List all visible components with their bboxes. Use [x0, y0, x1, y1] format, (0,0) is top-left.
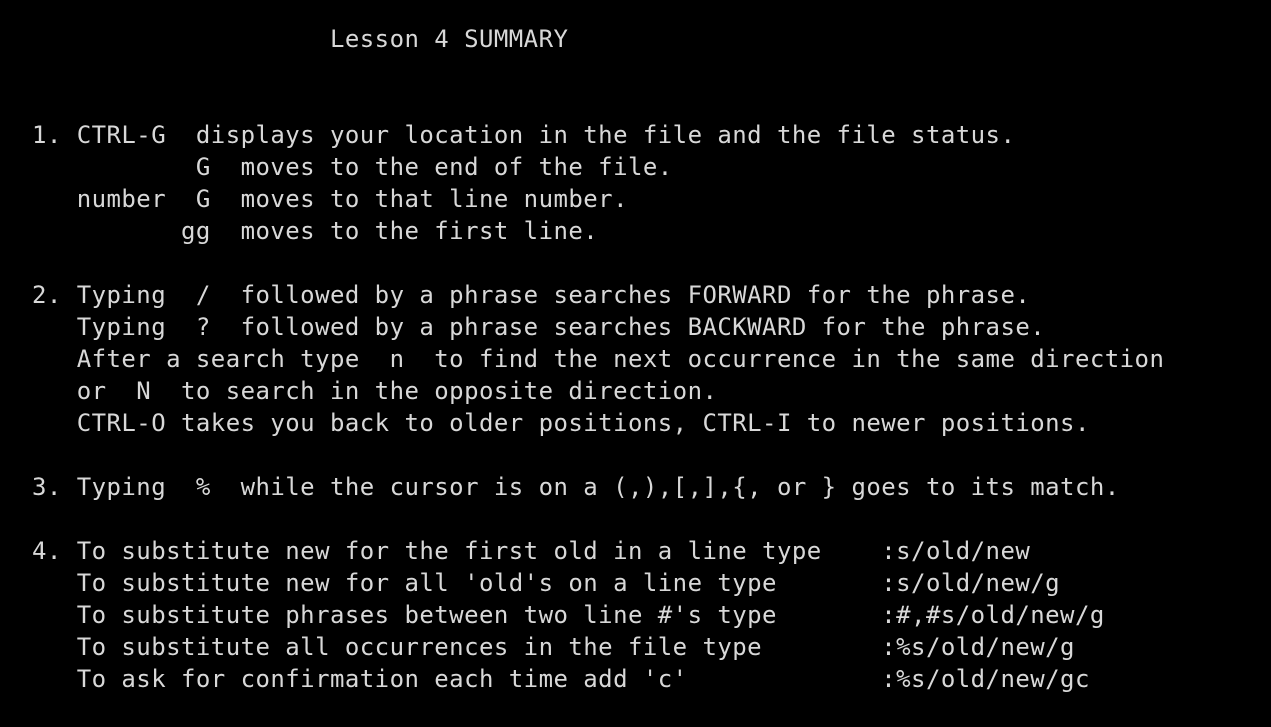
- summary-line-12: To substitute new for all 'old's on a li…: [32, 569, 1061, 597]
- summary-line-10: 3. Typing % while the cursor is on a (,)…: [32, 473, 1120, 501]
- terminal-screen[interactable]: Lesson 4 SUMMARY 1. CTRL-G displays your…: [0, 0, 1271, 727]
- summary-line-15: To ask for confirmation each time add 'c…: [32, 665, 1090, 693]
- summary-line-7: After a search type n to find the next o…: [32, 345, 1165, 373]
- lesson-title: Lesson 4 SUMMARY: [32, 25, 569, 53]
- summary-line-4: gg moves to the first line.: [32, 217, 599, 245]
- summary-line-6: Typing ? followed by a phrase searches B…: [32, 313, 1046, 341]
- summary-line-5: 2. Typing / followed by a phrase searche…: [32, 281, 1031, 309]
- summary-line-2: G moves to the end of the file.: [32, 153, 673, 181]
- summary-line-9: CTRL-O takes you back to older positions…: [32, 409, 1090, 437]
- summary-line-1: 1. CTRL-G displays your location in the …: [32, 121, 1016, 149]
- summary-line-13: To substitute phrases between two line #…: [32, 601, 1105, 629]
- summary-line-8: or N to search in the opposite direction…: [32, 377, 718, 405]
- summary-line-11: 4. To substitute new for the first old i…: [32, 537, 1031, 565]
- summary-line-14: To substitute all occurrences in the fil…: [32, 633, 1075, 661]
- summary-line-3: number G moves to that line number.: [32, 185, 628, 213]
